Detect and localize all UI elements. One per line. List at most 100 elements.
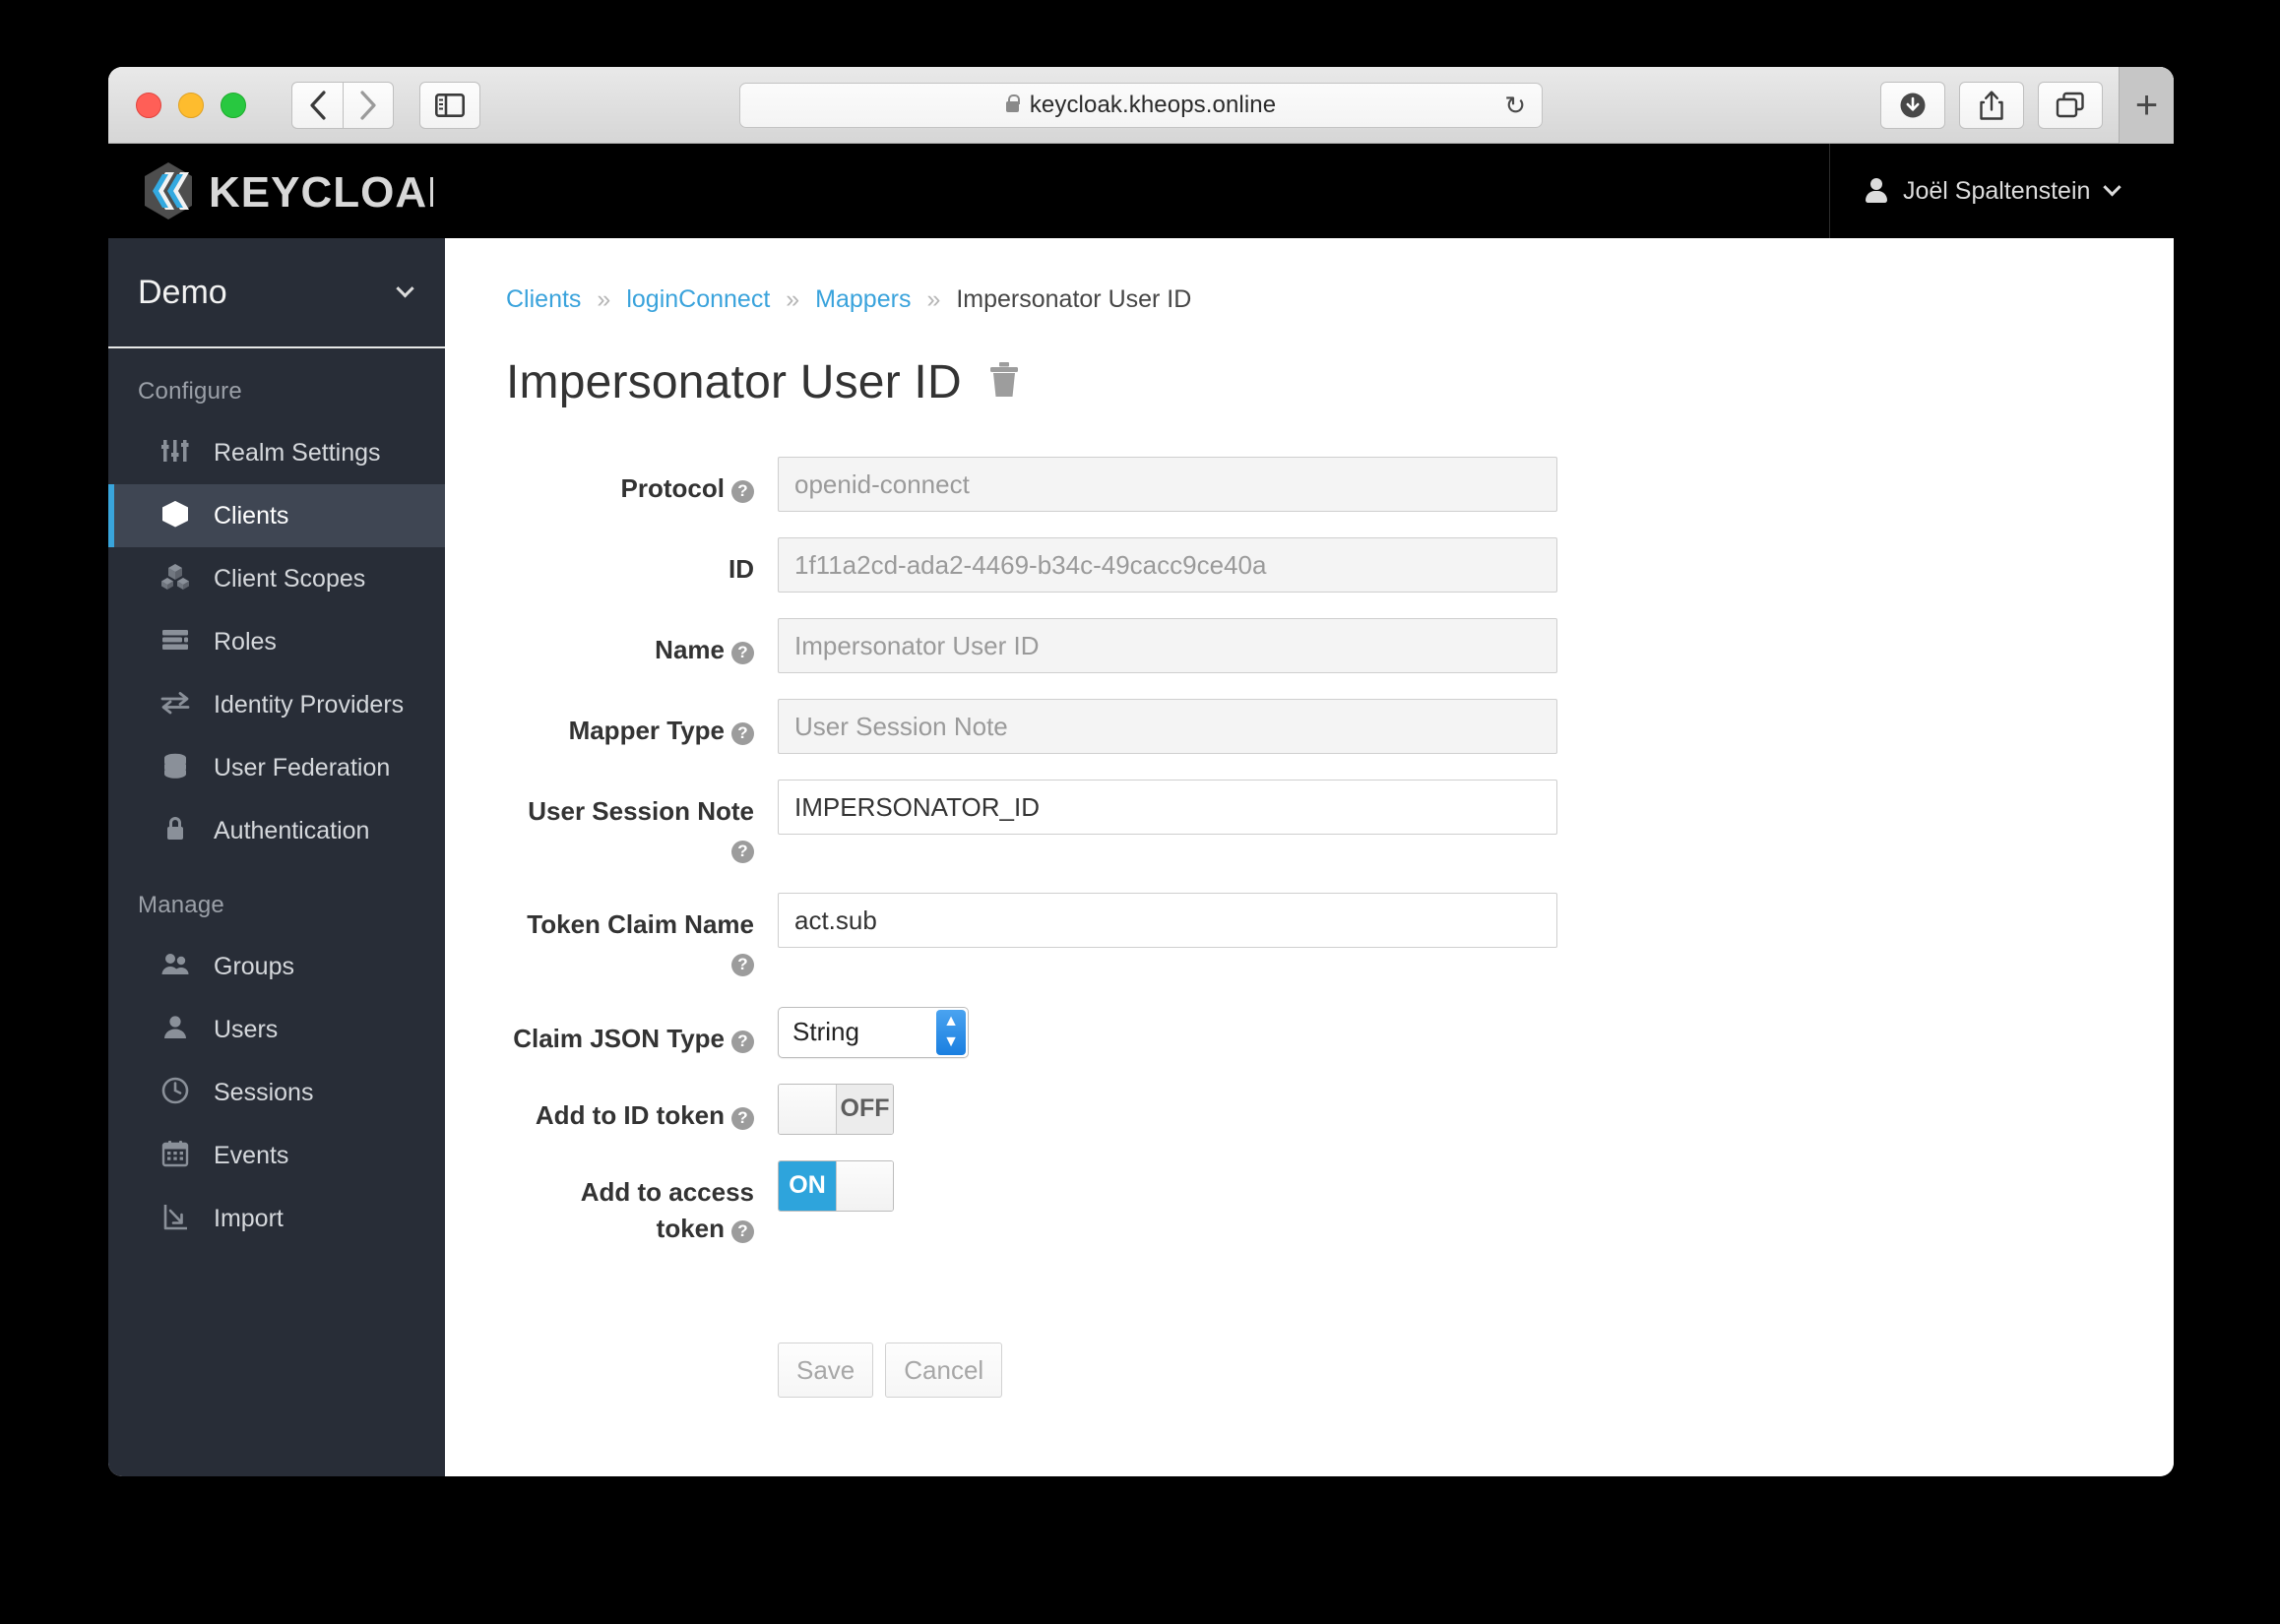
chevron-right-icon bbox=[360, 90, 376, 120]
sidebar-icon bbox=[435, 93, 465, 117]
browser-window: keycloak.kheops.online ↻ + KEYCLOA Joël … bbox=[108, 67, 2174, 1476]
form-row-name: Name? Impersonator User ID bbox=[506, 618, 2119, 673]
sidebar-item-user-federation[interactable]: User Federation bbox=[108, 736, 445, 799]
browser-toolbar: keycloak.kheops.online ↻ + bbox=[108, 67, 2174, 144]
sidebar-item-label: Roles bbox=[214, 628, 277, 656]
label-text: Add to access token bbox=[580, 1176, 754, 1244]
toolbar-right-buttons: + bbox=[1867, 67, 2174, 144]
save-button[interactable]: Save bbox=[778, 1343, 874, 1399]
sidebar-item-label: Client Scopes bbox=[214, 565, 366, 593]
tab-overview-icon bbox=[2056, 92, 2084, 117]
sidebar-toggle-button[interactable] bbox=[419, 81, 480, 129]
cube-icon bbox=[158, 496, 192, 531]
sidebar-item-label: Sessions bbox=[214, 1079, 314, 1106]
sidebar-item-label: Authentication bbox=[214, 817, 370, 844]
maximize-window-button[interactable] bbox=[221, 92, 246, 118]
help-icon[interactable]: ? bbox=[731, 1220, 754, 1244]
help-icon[interactable]: ? bbox=[731, 1106, 754, 1130]
keycloak-brand-icon: KEYCLOAK bbox=[145, 162, 433, 219]
chevron-down-icon: ▼ bbox=[943, 1033, 959, 1051]
minimize-window-button[interactable] bbox=[178, 92, 204, 118]
user-menu[interactable]: Joël Spaltenstein bbox=[1829, 144, 2174, 238]
sidebar-item-sessions[interactable]: Sessions bbox=[108, 1061, 445, 1124]
sidebar-item-roles[interactable]: Roles bbox=[108, 610, 445, 673]
label-text: Mapper Type bbox=[568, 716, 725, 745]
main-content: Clients » loginConnect » Mappers » Imper… bbox=[445, 238, 2174, 1476]
help-icon[interactable]: ? bbox=[731, 840, 754, 863]
exchange-icon bbox=[158, 685, 192, 720]
label-text: Claim JSON Type bbox=[513, 1023, 725, 1053]
sidebar-item-client-scopes[interactable]: Client Scopes bbox=[108, 547, 445, 610]
breadcrumb-loginconnect[interactable]: loginConnect bbox=[626, 285, 770, 314]
form-row-claim-json-type: Claim JSON Type? String ▲ ▼ bbox=[506, 1006, 2119, 1058]
form-row-protocol: Protocol? openid-connect bbox=[506, 457, 2119, 512]
form-row-user-session-note: User Session Note? IMPERSONATOR_ID bbox=[506, 780, 2119, 867]
breadcrumb-separator: » bbox=[786, 285, 800, 313]
help-icon[interactable]: ? bbox=[731, 953, 754, 976]
user-session-note-input[interactable]: IMPERSONATOR_ID bbox=[778, 780, 1557, 835]
sidebar-item-authentication[interactable]: Authentication bbox=[108, 799, 445, 862]
sidebar-item-users[interactable]: Users bbox=[108, 998, 445, 1061]
sidebar-item-groups[interactable]: Groups bbox=[108, 935, 445, 998]
toggle-knob bbox=[836, 1160, 893, 1211]
field-label: Name? bbox=[506, 618, 778, 673]
sidebar-item-label: Import bbox=[214, 1205, 284, 1232]
breadcrumb: Clients » loginConnect » Mappers » Imper… bbox=[506, 285, 2119, 314]
help-icon[interactable]: ? bbox=[731, 1030, 754, 1053]
section-title: Manage bbox=[138, 892, 224, 918]
add-to-access-token-toggle[interactable]: ON bbox=[778, 1159, 894, 1212]
forward-button[interactable] bbox=[343, 81, 394, 129]
realm-selector[interactable]: Demo bbox=[108, 238, 445, 348]
new-tab-button[interactable]: + bbox=[2119, 67, 2174, 144]
sidebar-item-label: Users bbox=[214, 1016, 279, 1043]
close-window-button[interactable] bbox=[136, 92, 161, 118]
sidebar-item-identity-providers[interactable]: Identity Providers bbox=[108, 673, 445, 736]
id-input: 1f11a2cd-ada2-4469-b34c-49cacc9ce40a bbox=[778, 537, 1557, 593]
field-control: openid-connect bbox=[778, 457, 2119, 512]
url-text: keycloak.kheops.online bbox=[1029, 91, 1277, 118]
help-icon[interactable]: ? bbox=[731, 721, 754, 745]
add-to-id-token-toggle[interactable]: OFF bbox=[778, 1083, 894, 1135]
mapper-type-input: User Session Note bbox=[778, 699, 1557, 754]
keycloak-logo[interactable]: KEYCLOAK bbox=[138, 160, 433, 221]
sidebar-item-clients[interactable]: Clients bbox=[108, 484, 445, 547]
claim-json-type-select[interactable]: String ▲ ▼ bbox=[778, 1006, 969, 1058]
download-icon bbox=[1900, 93, 1926, 117]
field-label: Claim JSON Type? bbox=[506, 1007, 778, 1058]
sidebar-item-label: Identity Providers bbox=[214, 691, 405, 718]
token-claim-name-input[interactable]: act.sub bbox=[778, 893, 1557, 949]
trash-icon bbox=[989, 362, 1018, 397]
label-text: Add to ID token bbox=[535, 1099, 725, 1130]
field-label: Protocol? bbox=[506, 457, 778, 512]
downloads-button[interactable] bbox=[1880, 81, 1945, 129]
help-icon[interactable]: ? bbox=[731, 641, 754, 664]
help-icon[interactable]: ? bbox=[731, 479, 754, 503]
sidebar-item-realm-settings[interactable]: Realm Settings bbox=[108, 421, 445, 484]
back-button[interactable] bbox=[291, 81, 343, 129]
delete-mapper-button[interactable] bbox=[987, 361, 1021, 404]
field-control: Save Cancel bbox=[778, 1274, 2119, 1399]
clock-icon bbox=[158, 1073, 192, 1108]
sidebar-item-events[interactable]: Events bbox=[108, 1124, 445, 1187]
person-icon bbox=[1866, 178, 1887, 204]
field-label: Mapper Type? bbox=[506, 699, 778, 754]
reload-button[interactable]: ↻ bbox=[1504, 93, 1526, 118]
toggle-state-label: OFF bbox=[836, 1084, 893, 1134]
cancel-button[interactable]: Cancel bbox=[885, 1343, 1003, 1399]
breadcrumb-clients[interactable]: Clients bbox=[506, 285, 581, 314]
sidebar-item-import[interactable]: Import bbox=[108, 1187, 445, 1250]
actions-spacer bbox=[506, 1274, 778, 1398]
share-button[interactable] bbox=[1959, 81, 2024, 129]
form-row-token-claim-name: Token Claim Name? act.sub bbox=[506, 893, 2119, 980]
toggle-state-label: ON bbox=[779, 1160, 836, 1211]
field-label: ID bbox=[506, 537, 778, 593]
field-control: IMPERSONATOR_ID bbox=[778, 780, 2119, 867]
name-input: Impersonator User ID bbox=[778, 618, 1557, 673]
tab-overview-button[interactable] bbox=[2038, 81, 2103, 129]
stepper-icon[interactable]: ▲ ▼ bbox=[936, 1009, 966, 1055]
address-bar[interactable]: keycloak.kheops.online ↻ bbox=[739, 82, 1543, 128]
svg-text:KEYCLOAK: KEYCLOAK bbox=[209, 168, 433, 217]
sidebar-item-label: User Federation bbox=[214, 754, 391, 781]
lock-icon bbox=[1005, 94, 1021, 112]
breadcrumb-mappers[interactable]: Mappers bbox=[815, 285, 911, 314]
